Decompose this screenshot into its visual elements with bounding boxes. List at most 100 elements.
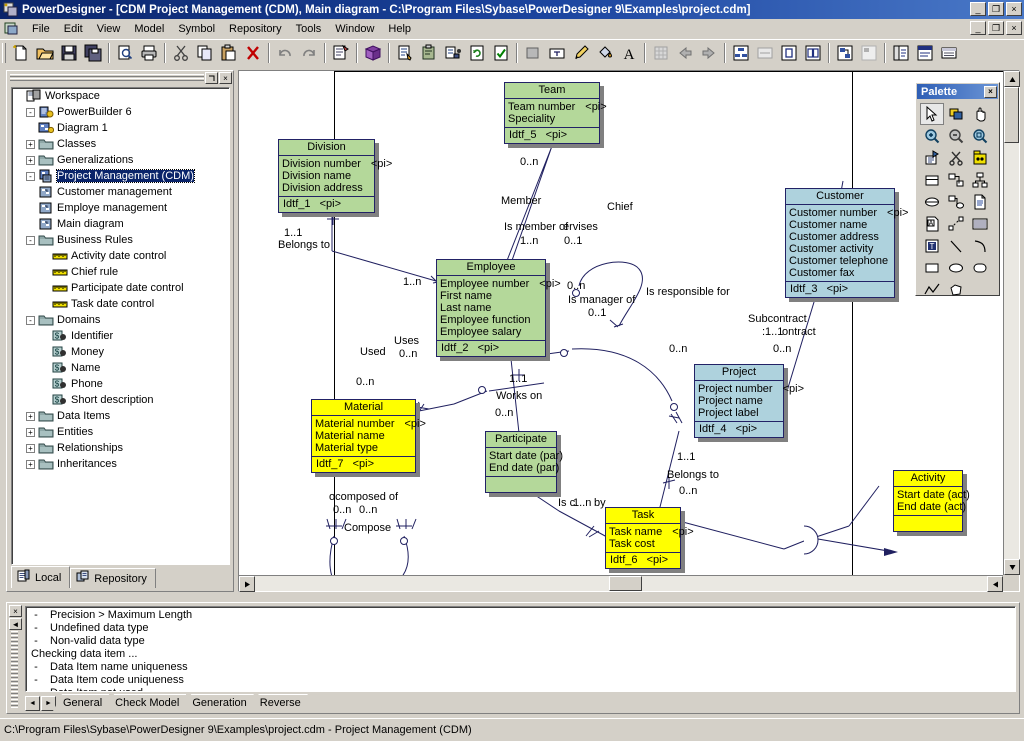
tree-expander-icon[interactable]: - xyxy=(26,315,35,325)
symbol-icon[interactable] xyxy=(833,42,857,65)
browser-pin-button[interactable] xyxy=(205,72,218,84)
fill-color-icon[interactable] xyxy=(521,42,545,65)
entity-team[interactable]: Team Team number <pi> Speciality Idtf_5 xyxy=(504,82,607,148)
menu-edit[interactable]: Edit xyxy=(57,21,90,37)
two-page-icon[interactable] xyxy=(801,42,825,65)
mdi-restore-button[interactable]: ❐ xyxy=(988,21,1004,35)
tree-item-powerbuilder-6[interactable]: - PowerBuilder 6 xyxy=(12,104,229,120)
entity-division[interactable]: Division Division number <pi> Division n… xyxy=(278,139,392,217)
entity-employee[interactable]: Employee Employee number <pi> First name… xyxy=(436,259,561,361)
print-icon[interactable] xyxy=(137,42,161,65)
pointer-icon[interactable] xyxy=(920,103,944,125)
tree-item-generalizations[interactable]: + Generalizations xyxy=(12,152,229,168)
tree-item-project-management-cdm[interactable]: - Project Management (CDM) xyxy=(12,168,229,184)
browser-drag-grip[interactable] xyxy=(10,74,204,82)
text-icon[interactable]: T xyxy=(920,235,944,257)
tree-expander-icon[interactable]: - xyxy=(26,107,35,117)
scroll-left-button[interactable] xyxy=(239,576,255,592)
generate-icon[interactable] xyxy=(441,42,465,65)
subdiagram-icon[interactable] xyxy=(753,42,777,65)
browser-icon[interactable] xyxy=(889,42,913,65)
menu-repository[interactable]: Repository xyxy=(222,21,289,37)
inheritance-icon[interactable] xyxy=(968,169,992,191)
tree-item-money[interactable]: $ Money xyxy=(12,344,229,360)
font-icon[interactable]: A xyxy=(617,42,641,65)
hand-icon[interactable] xyxy=(968,103,992,125)
toolbar-grip[interactable] xyxy=(2,43,6,63)
title-icon[interactable] xyxy=(968,213,992,235)
mdi-minimize-button[interactable]: _ xyxy=(970,21,986,35)
tree-expander-icon[interactable]: + xyxy=(26,459,35,469)
page-icon[interactable] xyxy=(777,42,801,65)
refresh-icon[interactable] xyxy=(465,42,489,65)
diagram-canvas[interactable]: Team Team number <pi> Speciality Idtf_5 xyxy=(239,71,1003,575)
palette-close-button[interactable]: × xyxy=(984,85,997,98)
tree-expander-icon[interactable]: + xyxy=(26,427,35,437)
tree-expander-icon[interactable]: + xyxy=(26,411,35,421)
entity-customer[interactable]: Customer Customer number <pi> Customer n… xyxy=(785,188,908,302)
open-icon[interactable] xyxy=(33,42,57,65)
previous-icon[interactable] xyxy=(673,42,697,65)
association-link-icon[interactable] xyxy=(944,191,968,213)
entity-task[interactable]: Task Task name <pi> Task cost Idtf_6 <pi… xyxy=(605,507,694,573)
save-all-icon[interactable] xyxy=(81,42,105,65)
menu-model[interactable]: Model xyxy=(127,21,171,37)
result-list-icon[interactable] xyxy=(937,42,961,65)
tab-scroll-next-button[interactable]: ► xyxy=(41,696,56,711)
tree-item-activity-date-control[interactable]: Activity date control xyxy=(12,248,229,264)
tree-item-employe-management[interactable]: Employe management xyxy=(12,200,229,216)
open-package-icon[interactable] xyxy=(920,147,944,169)
tree-expander-icon[interactable]: - xyxy=(26,171,35,181)
entity-activity[interactable]: Activity Start date (act) End date (act) xyxy=(893,470,970,536)
browser-close-button[interactable]: × xyxy=(219,72,232,84)
rectangle-icon[interactable] xyxy=(920,257,944,279)
text-frame-icon[interactable] xyxy=(545,42,569,65)
menu-file[interactable]: File xyxy=(25,21,57,37)
entity-project[interactable]: Project Project number <pi> Project name… xyxy=(694,364,804,442)
diagram-vertical-scrollbar[interactable] xyxy=(1003,71,1020,575)
paste-icon[interactable] xyxy=(217,42,241,65)
copy-icon[interactable] xyxy=(193,42,217,65)
tree-item-relationships[interactable]: + Relationships xyxy=(12,440,229,456)
tree-item-data-items[interactable]: + Data Items xyxy=(12,408,229,424)
diagram-horizontal-scrollbar[interactable] xyxy=(239,575,1003,592)
scroll-thumb[interactable] xyxy=(1004,87,1019,143)
menu-symbol[interactable]: Symbol xyxy=(171,21,222,37)
tree-item-domains[interactable]: - Domains xyxy=(12,312,229,328)
next-icon[interactable] xyxy=(697,42,721,65)
tree-expander-icon[interactable]: - xyxy=(26,235,35,245)
zoom-in-icon[interactable] xyxy=(920,125,944,147)
output-drag-grip[interactable] xyxy=(11,631,18,709)
menu-view[interactable]: View xyxy=(90,21,128,37)
tab-repository[interactable]: Repository xyxy=(70,568,156,588)
output-text-area[interactable]: - Precision > Maximum Length - Undefined… xyxy=(25,606,1016,692)
arc-icon[interactable] xyxy=(968,235,992,257)
cut-icon[interactable] xyxy=(169,42,193,65)
tree-item-inheritances[interactable]: + Inheritances xyxy=(12,456,229,472)
tree-item-customer-management[interactable]: Customer management xyxy=(12,184,229,200)
tree-item-name[interactable]: $ Name xyxy=(12,360,229,376)
tree-item-task-date-control[interactable]: Task date control xyxy=(12,296,229,312)
note-icon[interactable]: A xyxy=(920,213,944,235)
tab-reverse[interactable]: Reverse xyxy=(250,694,308,711)
entity-participate[interactable]: Participate Start date (par) End date (p… xyxy=(485,431,563,497)
close-button[interactable]: × xyxy=(1006,2,1022,16)
file-icon[interactable] xyxy=(968,191,992,213)
tab-generation[interactable]: Generation xyxy=(182,694,253,711)
entity-icon[interactable] xyxy=(920,169,944,191)
tree-item-workspace[interactable]: Workspace xyxy=(12,88,229,104)
rounded-rect-icon[interactable] xyxy=(968,257,992,279)
ellipse-icon[interactable] xyxy=(944,257,968,279)
entity-material[interactable]: Material Material number <pi> Material n… xyxy=(311,399,426,477)
grabber-icon[interactable] xyxy=(944,103,968,125)
print-preview-icon[interactable] xyxy=(113,42,137,65)
tab-local[interactable]: Local xyxy=(11,566,71,588)
mdi-close-button[interactable]: × xyxy=(1006,21,1022,35)
association-icon[interactable] xyxy=(920,191,944,213)
menu-window[interactable]: Window xyxy=(328,21,381,37)
zoom-out-icon[interactable] xyxy=(944,125,968,147)
polygon-icon[interactable] xyxy=(944,279,968,301)
output-collapse-button[interactable]: ◄ xyxy=(9,618,22,630)
pen-icon[interactable] xyxy=(569,42,593,65)
zoom-area-icon[interactable] xyxy=(968,125,992,147)
